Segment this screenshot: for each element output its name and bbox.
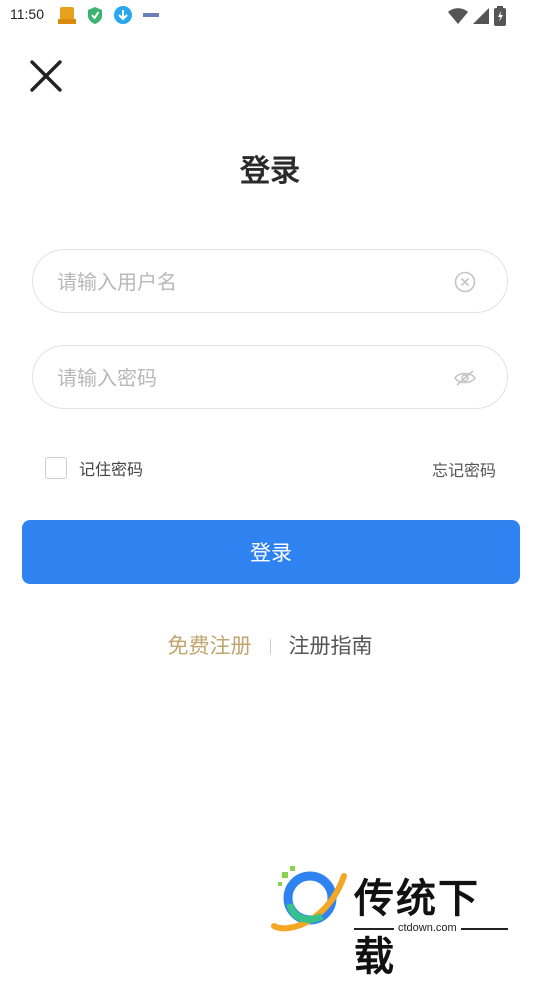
page-title: 登录: [240, 154, 300, 189]
wifi-icon: [448, 7, 468, 29]
toggle-password-visibility-button[interactable]: [453, 366, 477, 390]
login-button[interactable]: 登录: [22, 520, 520, 584]
close-icon: [30, 60, 62, 92]
username-input[interactable]: [55, 250, 439, 314]
status-time: 11:50: [10, 6, 44, 22]
download-notification-icon: [112, 5, 134, 25]
small-notification-icon: [140, 5, 162, 25]
password-field: [32, 345, 508, 410]
watermark-domain: ctdown.com: [394, 922, 461, 934]
remember-password[interactable]: 记住密码: [45, 456, 143, 480]
watermark: 传统下载 ctdown.com: [268, 862, 518, 980]
register-link[interactable]: 免费注册: [168, 634, 252, 658]
remember-label: 记住密码: [79, 460, 144, 479]
link-divider: [269, 639, 271, 655]
register-guide-link[interactable]: 注册指南: [289, 634, 373, 658]
forgot-password-link[interactable]: 忘记密码: [432, 457, 496, 481]
close-button[interactable]: [28, 58, 64, 94]
status-bar: 11:50: [0, 0, 540, 32]
app-notification-icon: [56, 5, 78, 25]
auth-links: 免费注册 注册指南: [0, 630, 540, 660]
shield-notification-icon: [84, 5, 106, 25]
watermark-logo-icon: [271, 866, 347, 932]
password-input[interactable]: [55, 346, 439, 410]
signal-icon: [472, 7, 490, 29]
system-icons: [448, 6, 506, 30]
battery-icon: [494, 6, 506, 30]
username-field: [32, 249, 508, 314]
clear-icon: [454, 271, 476, 293]
eye-hidden-icon: [454, 370, 476, 386]
remember-checkbox[interactable]: [45, 457, 67, 479]
notification-icons: [56, 5, 162, 25]
clear-button[interactable]: [453, 270, 477, 294]
